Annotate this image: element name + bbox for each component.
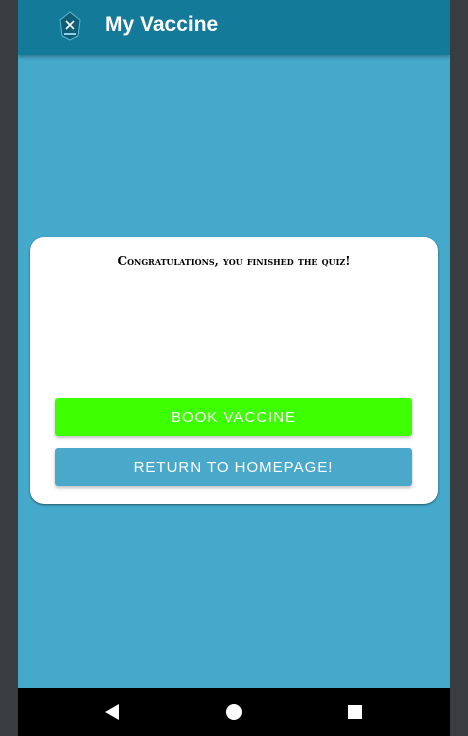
book-vaccine-button[interactable]: Book vaccine: [55, 398, 412, 436]
app-title: My Vaccine: [105, 13, 219, 36]
system-nav-bar: [18, 688, 450, 736]
congratulations-message: Congratulations, you finished the quiz!: [117, 254, 351, 268]
app-bar: My Vaccine: [18, 0, 450, 55]
return-homepage-button[interactable]: Return to homepage!: [55, 448, 412, 486]
vaccine-logo-icon: [56, 10, 84, 42]
back-triangle-icon[interactable]: [100, 700, 124, 724]
app-screen: My Vaccine Congratulations, you finished…: [18, 0, 450, 736]
recent-apps-square-icon[interactable]: [343, 700, 367, 724]
quiz-result-card: Congratulations, you finished the quiz! …: [30, 237, 438, 504]
home-circle-icon[interactable]: [222, 700, 246, 724]
